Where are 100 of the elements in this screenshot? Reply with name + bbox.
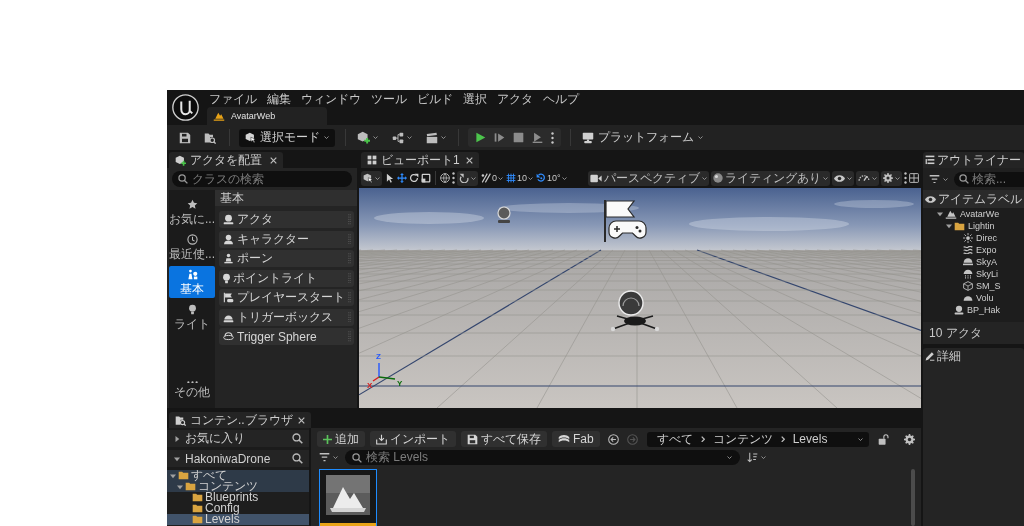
- search-field[interactable]: 検索...: [954, 171, 1024, 187]
- tree-arrow-icon[interactable]: [177, 483, 183, 490]
- view-mode-dropdown[interactable]: パースペクティブ: [588, 170, 709, 186]
- tree-arrow-icon[interactable]: [174, 455, 180, 462]
- folder-row[interactable]: コンテンツ: [167, 481, 309, 492]
- search-icon[interactable]: [292, 453, 303, 464]
- tree-row[interactable]: Expo: [923, 244, 1024, 256]
- drone-drawing[interactable]: [610, 290, 660, 332]
- import-button[interactable]: インポート: [370, 431, 456, 447]
- mode-dropdown[interactable]: 選択モード: [239, 128, 335, 147]
- place-actors-tab[interactable]: アクタを配置: [169, 152, 283, 168]
- sort-dropdown[interactable]: [745, 450, 768, 465]
- scrollbar-thumb[interactable]: [911, 469, 915, 526]
- category-tab[interactable]: 基本: [169, 266, 215, 298]
- tree-arrow-icon[interactable]: [937, 211, 943, 217]
- snap-setting[interactable]: 0: [481, 173, 503, 183]
- snap-setting[interactable]: 10: [506, 173, 534, 183]
- close-icon[interactable]: [270, 156, 277, 164]
- folder-row[interactable]: Levels: [167, 514, 309, 525]
- snap-dropdown[interactable]: [457, 170, 478, 186]
- tree-arrow-icon[interactable]: [170, 472, 176, 479]
- folder-row[interactable]: Blueprints: [167, 492, 309, 503]
- search-field[interactable]: 検索 Levels: [345, 450, 740, 465]
- back-icon[interactable]: [607, 433, 619, 445]
- menu-item[interactable]: 編集: [267, 91, 291, 106]
- close-icon[interactable]: [298, 416, 305, 424]
- document-tab[interactable]: AvatarWeb: [207, 107, 327, 125]
- tree-arrow-icon[interactable]: [946, 223, 952, 229]
- tree-row[interactable]: BP_Hak: [923, 304, 1024, 316]
- category-tab[interactable]: ライト: [169, 301, 215, 333]
- details-tab[interactable]: 詳細: [923, 348, 1024, 364]
- section-header[interactable]: お気に入り: [167, 430, 309, 447]
- actor-item[interactable]: トリガーボックス: [219, 308, 354, 326]
- actor-item[interactable]: アクタ: [219, 211, 354, 228]
- move-arrows-icon[interactable]: [397, 173, 407, 183]
- actor-item[interactable]: ポーン: [219, 250, 354, 267]
- menu-item[interactable]: アクタ: [497, 91, 533, 106]
- folder-search-icon[interactable]: [204, 131, 216, 144]
- search-icon[interactable]: [292, 433, 303, 444]
- breadcrumb-item[interactable]: Levels: [792, 432, 828, 446]
- folder-row[interactable]: すべて: [167, 470, 309, 481]
- filter-dropdown[interactable]: [927, 172, 950, 186]
- eye-icon[interactable]: [925, 195, 936, 203]
- actor-item[interactable]: ポイントライト: [219, 269, 354, 287]
- globe-icon[interactable]: [440, 173, 450, 183]
- tree-arrow-icon[interactable]: [174, 435, 180, 442]
- save-icon[interactable]: [179, 131, 191, 144]
- breadcrumb-item[interactable]: コンテンツ: [712, 430, 773, 448]
- tree-row[interactable]: Lightin: [923, 220, 1024, 232]
- select-dropdown[interactable]: [361, 170, 382, 186]
- caret-icon[interactable]: [727, 456, 732, 459]
- actor-item[interactable]: キャラクター: [219, 230, 354, 248]
- actor-item[interactable]: Trigger Sphere: [219, 328, 354, 345]
- folder-row[interactable]: Config: [167, 503, 309, 514]
- step-forward-icon[interactable]: [494, 132, 505, 143]
- search-field[interactable]: クラスの検索: [172, 171, 352, 187]
- breadcrumb-item[interactable]: すべて: [656, 430, 693, 448]
- content-browser-tab[interactable]: コンテン..ブラウザ: [169, 412, 311, 428]
- menu-item[interactable]: 選択: [463, 91, 487, 106]
- category-tab[interactable]: お気に...: [169, 196, 215, 228]
- lighting-dropdown[interactable]: ライティングあり: [711, 170, 830, 186]
- tree-row[interactable]: SM_S: [923, 280, 1024, 292]
- cursor-icon[interactable]: [385, 173, 395, 183]
- more-icon[interactable]: [452, 172, 455, 184]
- viewport-tab[interactable]: ビューポート1: [361, 152, 479, 168]
- performance-dropdown[interactable]: [856, 170, 879, 186]
- asset-tile[interactable]: [319, 469, 377, 526]
- fab-button[interactable]: Fab: [552, 431, 600, 447]
- settings-dropdown[interactable]: [881, 170, 902, 186]
- category-tab[interactable]: その他: [169, 374, 215, 406]
- menu-item[interactable]: ウィンドウ: [301, 91, 361, 106]
- outliner-tab[interactable]: アウトライナー: [923, 152, 1024, 168]
- section-header[interactable]: HakoniwaDrone: [167, 450, 309, 467]
- unlocked-icon[interactable]: [878, 433, 889, 445]
- stop-icon[interactable]: [513, 132, 524, 143]
- menu-item[interactable]: ビルド: [417, 91, 453, 106]
- actor-item[interactable]: プレイヤースタート: [219, 289, 354, 306]
- play-bar-icon[interactable]: [532, 132, 543, 143]
- tree-row[interactable]: SkyA: [923, 256, 1024, 268]
- play-icon[interactable]: [475, 132, 486, 143]
- layout-icon[interactable]: [909, 173, 919, 183]
- column-header[interactable]: アイテムラベル: [923, 190, 1024, 208]
- scale-icon[interactable]: [421, 173, 431, 183]
- more-icon[interactable]: [904, 172, 907, 184]
- category-tab[interactable]: 最近使...: [169, 231, 215, 263]
- snap-setting[interactable]: 10°: [536, 173, 567, 183]
- save-all-button[interactable]: すべて保存: [461, 431, 547, 447]
- show-dropdown[interactable]: [832, 170, 854, 186]
- tree-row[interactable]: SkyLi: [923, 268, 1024, 280]
- settings-icon[interactable]: [904, 433, 915, 445]
- tree-row[interactable]: Direc: [923, 232, 1024, 244]
- more-icon[interactable]: [551, 131, 554, 144]
- flag-gamepad-icon[interactable]: [604, 199, 647, 243]
- menu-item[interactable]: ヘルプ: [543, 91, 579, 106]
- add-button[interactable]: 追加: [317, 431, 365, 447]
- sphere-stand-icon[interactable]: [497, 206, 511, 223]
- menu-item[interactable]: ツール: [371, 91, 407, 106]
- tree-row[interactable]: AvatarWe: [923, 208, 1024, 220]
- logo-icon[interactable]: [172, 94, 199, 121]
- caret-icon[interactable]: [858, 437, 863, 441]
